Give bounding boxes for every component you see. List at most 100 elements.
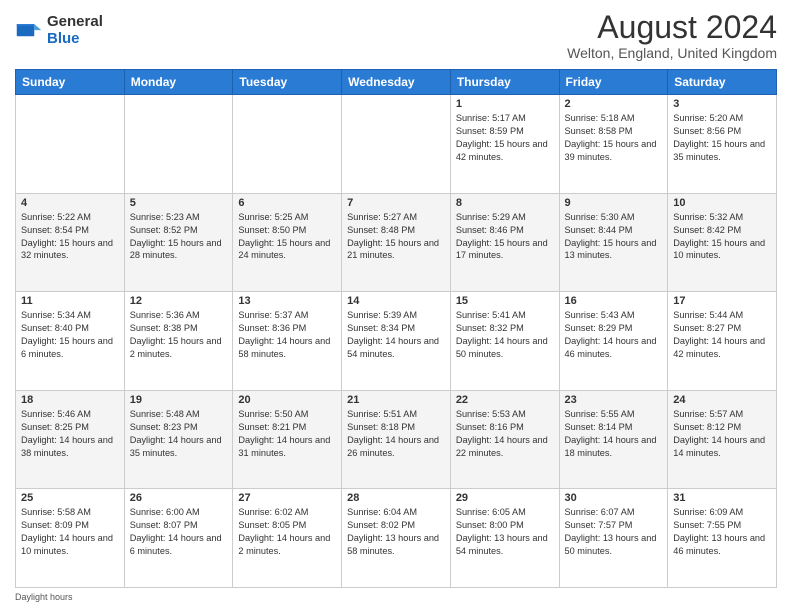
day-number: 31	[673, 492, 771, 504]
day-number: 21	[347, 394, 445, 406]
day-number: 19	[130, 394, 228, 406]
calendar-cell: 27 Sunrise: 6:02 AM Sunset: 8:05 PM Dayli…	[233, 489, 342, 588]
calendar-cell	[342, 95, 451, 194]
day-info: Sunrise: 5:53 AM Sunset: 8:16 PM Dayligh…	[456, 408, 554, 460]
logo-text: General Blue	[47, 14, 103, 47]
day-info: Sunrise: 5:23 AM Sunset: 8:52 PM Dayligh…	[130, 211, 228, 263]
day-number: 6	[238, 197, 336, 209]
calendar-cell: 16 Sunrise: 5:43 AM Sunset: 8:29 PM Dayli…	[559, 292, 668, 391]
day-number: 15	[456, 295, 554, 307]
col-wednesday: Wednesday	[342, 70, 451, 95]
calendar-cell: 18 Sunrise: 5:46 AM Sunset: 8:25 PM Dayli…	[16, 390, 125, 489]
day-info: Sunrise: 6:04 AM Sunset: 8:02 PM Dayligh…	[347, 506, 445, 558]
day-info: Sunrise: 5:34 AM Sunset: 8:40 PM Dayligh…	[21, 309, 119, 361]
calendar-cell: 2 Sunrise: 5:18 AM Sunset: 8:58 PM Daylig…	[559, 95, 668, 194]
day-info: Sunrise: 5:27 AM Sunset: 8:48 PM Dayligh…	[347, 211, 445, 263]
col-friday: Friday	[559, 70, 668, 95]
col-saturday: Saturday	[668, 70, 777, 95]
title-block: August 2024 Welton, England, United King…	[567, 10, 777, 61]
day-info: Sunrise: 5:57 AM Sunset: 8:12 PM Dayligh…	[673, 408, 771, 460]
day-number: 13	[238, 295, 336, 307]
main-title: August 2024	[567, 10, 777, 45]
day-info: Sunrise: 5:32 AM Sunset: 8:42 PM Dayligh…	[673, 211, 771, 263]
calendar-cell: 4 Sunrise: 5:22 AM Sunset: 8:54 PM Daylig…	[16, 193, 125, 292]
day-info: Sunrise: 6:02 AM Sunset: 8:05 PM Dayligh…	[238, 506, 336, 558]
calendar-cell: 15 Sunrise: 5:41 AM Sunset: 8:32 PM Dayli…	[450, 292, 559, 391]
day-info: Sunrise: 6:05 AM Sunset: 8:00 PM Dayligh…	[456, 506, 554, 558]
day-info: Sunrise: 5:50 AM Sunset: 8:21 PM Dayligh…	[238, 408, 336, 460]
day-number: 18	[21, 394, 119, 406]
calendar-cell: 17 Sunrise: 5:44 AM Sunset: 8:27 PM Dayli…	[668, 292, 777, 391]
calendar-cell: 7 Sunrise: 5:27 AM Sunset: 8:48 PM Daylig…	[342, 193, 451, 292]
calendar-cell: 11 Sunrise: 5:34 AM Sunset: 8:40 PM Dayli…	[16, 292, 125, 391]
day-info: Sunrise: 5:48 AM Sunset: 8:23 PM Dayligh…	[130, 408, 228, 460]
day-info: Sunrise: 5:44 AM Sunset: 8:27 PM Dayligh…	[673, 309, 771, 361]
calendar-cell: 28 Sunrise: 6:04 AM Sunset: 8:02 PM Dayli…	[342, 489, 451, 588]
calendar-cell: 20Sunrise: 5:50 AM Sunset: 8:21 PM Dayli…	[233, 390, 342, 489]
day-info: Sunrise: 5:43 AM Sunset: 8:29 PM Dayligh…	[565, 309, 663, 361]
calendar-cell: 19 Sunrise: 5:48 AM Sunset: 8:23 PM Dayli…	[124, 390, 233, 489]
calendar-cell: 31 Sunrise: 6:09 AM Sunset: 7:55 PM Dayli…	[668, 489, 777, 588]
day-info: Sunrise: 5:51 AM Sunset: 8:18 PM Dayligh…	[347, 408, 445, 460]
day-info: Sunrise: 5:20 AM Sunset: 8:56 PM Dayligh…	[673, 112, 771, 164]
calendar-cell: 22Sunrise: 5:53 AM Sunset: 8:16 PM Dayli…	[450, 390, 559, 489]
footer-note: Daylight hours	[15, 592, 777, 602]
logo-blue-label: Blue	[47, 31, 103, 48]
day-number: 2	[565, 98, 663, 110]
subtitle: Welton, England, United Kingdom	[567, 45, 777, 61]
header: General Blue August 2024 Welton, England…	[15, 10, 777, 61]
day-info: Sunrise: 6:07 AM Sunset: 7:57 PM Dayligh…	[565, 506, 663, 558]
day-info: Sunrise: 5:25 AM Sunset: 8:50 PM Dayligh…	[238, 211, 336, 263]
day-number: 23	[565, 394, 663, 406]
calendar-cell	[233, 95, 342, 194]
calendar-cell: 10 Sunrise: 5:32 AM Sunset: 8:42 PM Dayli…	[668, 193, 777, 292]
calendar-cell: 9 Sunrise: 5:30 AM Sunset: 8:44 PM Daylig…	[559, 193, 668, 292]
day-info: Sunrise: 5:18 AM Sunset: 8:58 PM Dayligh…	[565, 112, 663, 164]
calendar-cell: 1 Sunrise: 5:17 AM Sunset: 8:59 PM Daylig…	[450, 95, 559, 194]
calendar-week-2: 4 Sunrise: 5:22 AM Sunset: 8:54 PM Daylig…	[16, 193, 777, 292]
calendar-week-4: 18 Sunrise: 5:46 AM Sunset: 8:25 PM Dayli…	[16, 390, 777, 489]
calendar-cell	[124, 95, 233, 194]
day-info: Sunrise: 5:37 AM Sunset: 8:36 PM Dayligh…	[238, 309, 336, 361]
day-number: 16	[565, 295, 663, 307]
day-info: Sunrise: 5:30 AM Sunset: 8:44 PM Dayligh…	[565, 211, 663, 263]
day-number: 26	[130, 492, 228, 504]
day-number: 24	[673, 394, 771, 406]
day-number: 17	[673, 295, 771, 307]
day-number: 4	[21, 197, 119, 209]
day-number: 28	[347, 492, 445, 504]
day-info: Sunrise: 6:09 AM Sunset: 7:55 PM Dayligh…	[673, 506, 771, 558]
day-info: Sunrise: 5:41 AM Sunset: 8:32 PM Dayligh…	[456, 309, 554, 361]
calendar-cell: 6 Sunrise: 5:25 AM Sunset: 8:50 PM Daylig…	[233, 193, 342, 292]
day-info: Sunrise: 6:00 AM Sunset: 8:07 PM Dayligh…	[130, 506, 228, 558]
day-info: Sunrise: 5:58 AM Sunset: 8:09 PM Dayligh…	[21, 506, 119, 558]
calendar-week-5: 25Sunrise: 5:58 AM Sunset: 8:09 PM Dayli…	[16, 489, 777, 588]
calendar-cell: 24 Sunrise: 5:57 AM Sunset: 8:12 PM Dayli…	[668, 390, 777, 489]
day-number: 11	[21, 295, 119, 307]
logo: General Blue	[15, 14, 103, 47]
logo-general-label: General	[47, 14, 103, 31]
col-monday: Monday	[124, 70, 233, 95]
day-number: 30	[565, 492, 663, 504]
calendar-table: Sunday Monday Tuesday Wednesday Thursday…	[15, 69, 777, 588]
day-number: 1	[456, 98, 554, 110]
day-number: 27	[238, 492, 336, 504]
calendar-cell: 29Sunrise: 6:05 AM Sunset: 8:00 PM Dayli…	[450, 489, 559, 588]
day-number: 9	[565, 197, 663, 209]
calendar-cell: 8Sunrise: 5:29 AM Sunset: 8:46 PM Daylig…	[450, 193, 559, 292]
day-info: Sunrise: 5:55 AM Sunset: 8:14 PM Dayligh…	[565, 408, 663, 460]
day-number: 10	[673, 197, 771, 209]
calendar-cell: 12Sunrise: 5:36 AM Sunset: 8:38 PM Dayli…	[124, 292, 233, 391]
calendar-cell: 13 Sunrise: 5:37 AM Sunset: 8:36 PM Dayli…	[233, 292, 342, 391]
day-info: Sunrise: 5:22 AM Sunset: 8:54 PM Dayligh…	[21, 211, 119, 263]
day-number: 5	[130, 197, 228, 209]
day-info: Sunrise: 5:17 AM Sunset: 8:59 PM Dayligh…	[456, 112, 554, 164]
day-number: 3	[673, 98, 771, 110]
day-info: Sunrise: 5:46 AM Sunset: 8:25 PM Dayligh…	[21, 408, 119, 460]
calendar-cell: 30 Sunrise: 6:07 AM Sunset: 7:57 PM Dayli…	[559, 489, 668, 588]
calendar-cell: 5 Sunrise: 5:23 AM Sunset: 8:52 PM Daylig…	[124, 193, 233, 292]
calendar-cell: 21 Sunrise: 5:51 AM Sunset: 8:18 PM Dayli…	[342, 390, 451, 489]
day-number: 7	[347, 197, 445, 209]
calendar-cell: 3 Sunrise: 5:20 AM Sunset: 8:56 PM Daylig…	[668, 95, 777, 194]
calendar-cell: 25Sunrise: 5:58 AM Sunset: 8:09 PM Dayli…	[16, 489, 125, 588]
